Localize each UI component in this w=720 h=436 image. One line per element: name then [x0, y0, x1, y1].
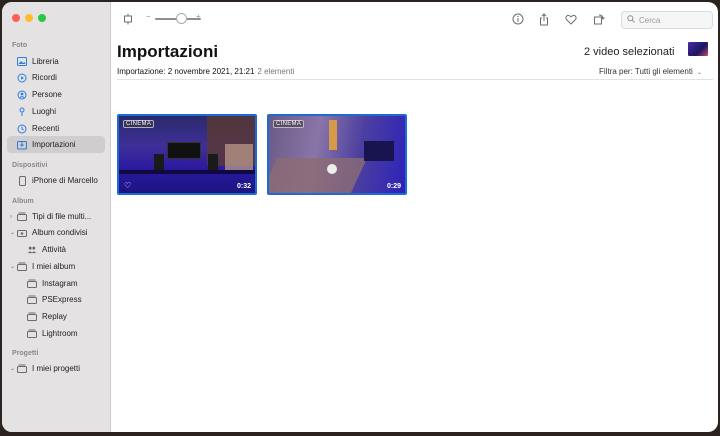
people-icon [17, 90, 27, 100]
places-icon [17, 107, 27, 117]
video-thumbnail[interactable]: CINEMA 0:29 [267, 114, 407, 195]
section-label-dispositivi: Dispositivi [12, 162, 48, 169]
media-types-icon [17, 212, 27, 222]
chevron-right-icon[interactable]: › [10, 214, 12, 220]
chevron-down-icon[interactable]: ⌄ [10, 365, 15, 372]
sidebar-item-psexpress[interactable]: PSExpress [7, 291, 131, 308]
scene-lamp [329, 120, 337, 150]
import-date: Importazione: 2 novembre 2021, 21:21 [117, 67, 255, 76]
sidebar-item-replay[interactable]: Replay [7, 308, 131, 325]
sidebar-item-label: Tipi di file multi... [32, 212, 92, 221]
sidebar-item-attivita[interactable]: Attività [7, 241, 131, 258]
activity-icon [27, 245, 37, 255]
sidebar-item-album-condivisi[interactable]: ⌄ Album condivisi [7, 224, 131, 241]
sidebar-item-miei-album[interactable]: ⌄ I miei album [7, 258, 131, 275]
my-albums-icon [17, 262, 27, 272]
album-icon [27, 329, 37, 339]
album-icon [27, 295, 37, 305]
video-duration: 0:29 [386, 183, 401, 190]
cinema-badge: CINEMA [123, 120, 155, 128]
sidebar-item-miei-progetti[interactable]: ⌄ I miei progetti [7, 360, 131, 377]
selection-thumbnail[interactable] [688, 42, 708, 56]
scene-panel [225, 144, 253, 170]
sidebar-item-label: Luoghi [32, 107, 57, 116]
sidebar-item-label: iPhone di Marcello [32, 176, 98, 185]
aspect-ratio-icon[interactable] [121, 12, 135, 26]
close-window-button[interactable] [12, 14, 20, 22]
import-info: Importazione: 2 novembre 2021, 21:21 2 el… [117, 67, 294, 76]
share-icon[interactable] [537, 12, 551, 26]
section-label-foto: Foto [12, 42, 28, 49]
imports-icon [17, 140, 27, 150]
sidebar-item-label: Importazioni [32, 140, 76, 149]
video-duration: 0:32 [236, 183, 251, 190]
search-input[interactable]: Cerca [621, 11, 713, 29]
sidebar-item-ricordi[interactable]: Ricordi [7, 69, 131, 86]
scene-speaker [208, 154, 218, 171]
zoom-in-icon[interactable]: + [196, 12, 201, 21]
search-icon [627, 15, 635, 25]
cinema-badge: CINEMA [273, 120, 305, 128]
toolbar: − + Cerca [111, 2, 718, 37]
fullscreen-window-button[interactable] [38, 14, 46, 22]
memories-icon [17, 73, 27, 83]
sidebar-item-persone[interactable]: Persone [7, 86, 131, 103]
scene-desk [269, 158, 368, 193]
section-label-progetti: Progetti [12, 350, 39, 357]
page-title: Importazioni [117, 42, 219, 61]
sidebar-item-label: Instagram [42, 279, 78, 288]
info-icon[interactable] [511, 12, 525, 26]
sidebar-item-luoghi[interactable]: Luoghi [7, 103, 131, 120]
chevron-down-icon[interactable]: ⌄ [10, 263, 15, 270]
sidebar-item-label: Replay [42, 312, 67, 321]
sidebar-item-libreria[interactable]: Libreria [7, 53, 131, 70]
iphone-icon [17, 175, 27, 186]
scene-desk [119, 170, 255, 174]
sidebar-item-label: Recenti [32, 124, 60, 133]
scene-equipment [364, 141, 394, 161]
sidebar-item-label: Attività [42, 245, 67, 254]
chevron-down-icon: ⌄ [696, 70, 702, 76]
photos-window: Foto Libreria Ricordi Persone Luoghi Rec… [2, 2, 718, 432]
sidebar-item-label: Album condivisi [32, 228, 88, 237]
chevron-down-icon[interactable]: ⌄ [10, 229, 15, 236]
selection-count: 2 video selezionati [584, 46, 675, 58]
shared-albums-icon [17, 228, 27, 238]
zoom-out-icon[interactable]: − [146, 12, 151, 21]
scene-monitor [167, 142, 201, 159]
sidebar-item-label: I miei progetti [32, 364, 81, 373]
scene-object [327, 164, 337, 174]
projects-icon [17, 364, 27, 374]
filter-label: Filtra per: Tutti gli elementi [599, 67, 693, 76]
heart-icon[interactable] [564, 12, 578, 26]
sidebar: Foto Libreria Ricordi Persone Luoghi Rec… [2, 2, 111, 432]
recent-icon [17, 124, 27, 134]
photo-library-icon [17, 57, 27, 67]
header-divider [117, 79, 713, 80]
zoom-slider-knob[interactable] [176, 13, 188, 24]
minimize-window-button[interactable] [25, 14, 33, 22]
sidebar-item-label: I miei album [32, 262, 76, 271]
sidebar-item-label: PSExpress [42, 295, 82, 304]
sidebar-item-importazioni[interactable]: Importazioni [7, 136, 105, 153]
album-icon [27, 279, 37, 289]
sidebar-item-instagram[interactable]: Instagram [7, 275, 131, 292]
filter-dropdown[interactable]: Filtra per: Tutti gli elementi ⌄ [599, 67, 702, 76]
sidebar-item-label: Ricordi [32, 73, 57, 82]
sidebar-item-label: Libreria [32, 57, 59, 66]
sidebar-item-tipi-file[interactable]: › Tipi di file multi... [7, 208, 131, 225]
scene-speaker [154, 154, 164, 171]
sidebar-item-iphone[interactable]: iPhone di Marcello [7, 172, 131, 189]
video-thumbnail[interactable]: CINEMA ♡ 0:32 [117, 114, 257, 195]
sidebar-item-label: Persone [32, 90, 62, 99]
sidebar-item-lightroom[interactable]: Lightroom [7, 325, 131, 342]
rotate-icon[interactable] [592, 12, 606, 26]
search-placeholder: Cerca [639, 15, 661, 25]
sidebar-item-label: Lightroom [42, 329, 78, 338]
sidebar-item-recenti[interactable]: Recenti [7, 120, 131, 137]
album-icon [27, 312, 37, 322]
favorite-heart-icon[interactable]: ♡ [124, 181, 131, 190]
item-count: 2 elementi [257, 67, 295, 76]
section-label-album: Album [12, 198, 34, 205]
